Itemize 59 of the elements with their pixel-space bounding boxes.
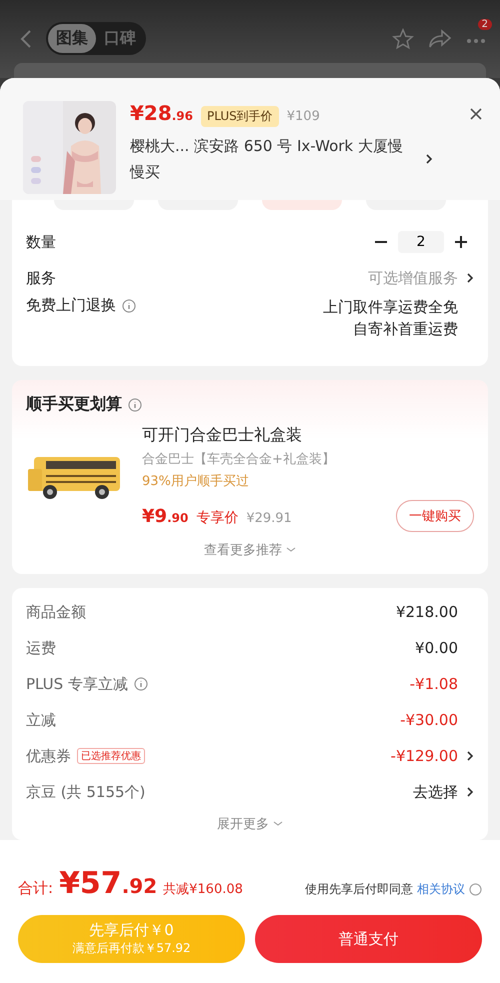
quantity-field[interactable]: 2 [398,231,444,253]
summary-label: 商品金额 [26,602,86,622]
info-icon[interactable] [134,677,148,691]
saved-amount: 共减¥160.08 [163,881,243,898]
option-label: 免费上门退换 [26,296,116,315]
option-label: 服务 [26,268,56,288]
original-price: ¥29.91 [246,510,292,526]
buy-button[interactable]: 一键购买 [396,500,474,532]
summary-value: ¥218.00 [396,602,458,623]
info-icon[interactable] [128,398,142,412]
tab[interactable]: 口碑 [96,24,144,53]
more-icon[interactable] [466,38,486,44]
summary-label: 京豆 (共 5155个) [26,782,146,802]
agreement-link[interactable]: 相关协议 [417,881,465,898]
notification-badge: 2 [478,19,492,30]
summary-value: -¥1.08 [410,674,458,695]
pay-button[interactable]: 普通支付 [255,915,482,963]
return-info-text: 自寄补首重运费 [353,319,458,340]
agreement-text: 使用先享后付即同意 [305,881,413,898]
total-price: ¥57.92 [59,866,158,901]
more-recommendations-link[interactable]: 查看更多推荐 [198,540,302,560]
share-icon[interactable] [428,28,452,48]
service-link[interactable]: 可选增值服务 [368,267,458,289]
summary-value: -¥30.00 [400,710,458,731]
original-price: ¥109 [286,109,320,124]
coupon-tag: 已选推荐优惠 [77,748,145,764]
chevron-right-icon [466,272,474,284]
expand-more-link[interactable]: 展开更多 [211,814,289,834]
summary-value[interactable]: 去选择 [413,781,458,803]
purchase-note: 93%用户顺手买过 [142,473,250,490]
option-label: 数量 [26,232,56,252]
price: ¥9.90 [142,506,188,526]
chevron-down-icon [273,821,283,827]
delivery-address[interactable]: 樱桃大... 滨安路 650 号 Ix-Work 大厦慢慢买 [130,133,415,185]
total-label: 合计: [18,879,54,898]
info-icon[interactable] [122,298,136,312]
return-info-text: 上门取件享运费全免 [323,297,458,318]
price-label: 专享价 [196,508,238,526]
tab[interactable]: 图集 [48,24,96,53]
summary-value[interactable]: -¥129.00 [390,745,458,767]
chevron-right-icon [466,750,474,762]
star-icon[interactable] [392,28,414,50]
summary-label: 立减 [26,710,56,730]
section-title: 顺手买更划算 [26,394,122,415]
product-name: 可开门合金巴士礼盒装 [142,425,303,446]
chevron-right-icon [425,153,433,165]
plus-icon [454,235,468,249]
summary-label: 运费 [26,638,56,658]
price: ¥28.96 [130,101,194,125]
close-icon[interactable] [470,108,482,120]
plus-price-tag: PLUS到手价 [201,106,279,127]
chevron-right-icon [466,786,474,798]
radio-icon[interactable] [469,883,482,896]
summary-label: PLUS 专享立减 [26,674,128,694]
product-spec: 合金巴士【车壳全合金+礼盒装】 [142,451,336,468]
summary-label: 优惠券 [26,746,71,766]
back-icon[interactable] [20,28,32,48]
chevron-down-icon [286,547,296,553]
summary-value: ¥0.00 [415,638,458,659]
